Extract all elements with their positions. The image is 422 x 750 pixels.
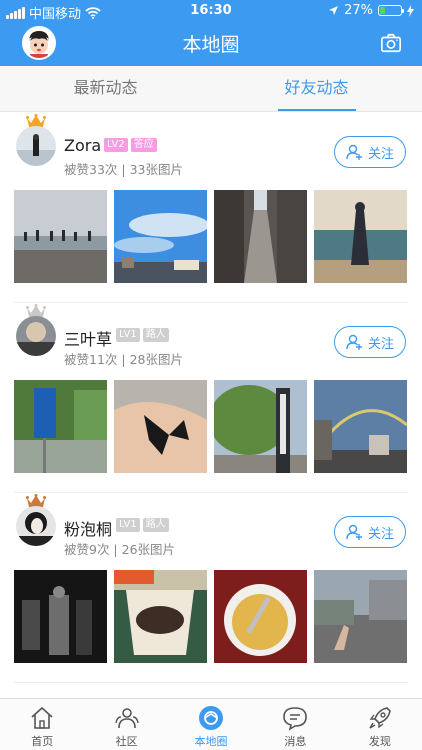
tab-community-label: 社区 — [115, 735, 138, 748]
battery-percent: 27% — [344, 3, 373, 18]
user-avatar[interactable] — [16, 126, 56, 166]
photo-thumbnail[interactable] — [314, 570, 407, 663]
feed-list[interactable]: Zora LV2 答应 被赞33次 | 33张图片 关注 三叶草 LV1 路人 … — [0, 112, 422, 698]
community-icon — [114, 708, 139, 729]
photo-thumbnail[interactable] — [314, 380, 407, 473]
user-badges: LV1 路人 — [116, 328, 169, 342]
add-user-icon — [346, 334, 362, 350]
charging-icon — [407, 4, 414, 17]
rocket-icon — [369, 707, 391, 729]
tab-friends[interactable]: 好友动态 — [211, 66, 422, 111]
follow-label: 关注 — [367, 526, 394, 542]
title-badge: 路人 — [142, 328, 169, 342]
photo-thumbnail[interactable] — [114, 190, 207, 283]
user-name[interactable]: Zora — [64, 136, 101, 155]
tab-messages[interactable]: 消息 — [253, 699, 337, 750]
photo-grid — [14, 570, 407, 663]
feed-tabs: 最新动态 好友动态 — [0, 66, 422, 112]
user-badges: LV1 路人 — [116, 518, 169, 532]
tab-local-circle[interactable]: 本地圈 — [169, 699, 253, 750]
message-icon — [283, 707, 308, 731]
level-badge: LV2 — [104, 138, 128, 152]
user-avatar[interactable] — [16, 316, 56, 356]
tab-home-label: 首页 — [31, 735, 54, 748]
follow-button[interactable]: 关注 — [334, 326, 406, 358]
tab-discover[interactable]: 发现 — [338, 699, 422, 750]
user-stats: 被赞9次 | 26张图片 — [64, 542, 176, 557]
photo-thumbnail[interactable] — [214, 380, 307, 473]
user-stats: 被赞11次 | 28张图片 — [64, 352, 183, 367]
tab-community[interactable]: 社区 — [84, 699, 168, 750]
photo-thumbnail[interactable] — [114, 380, 207, 473]
add-user-icon — [346, 144, 362, 160]
home-icon — [31, 706, 53, 729]
tab-local-circle-label: 本地圈 — [194, 735, 228, 748]
bottom-tab-bar: 首页 社区 本地圈 消息 发现 — [0, 698, 422, 750]
photo-thumbnail[interactable] — [14, 570, 107, 663]
photo-thumbnail[interactable] — [114, 570, 207, 663]
title-badge: 路人 — [142, 518, 169, 532]
post-card: Zora LV2 答应 被赞33次 | 33张图片 关注 — [0, 112, 422, 302]
page-title: 本地圈 — [182, 34, 240, 56]
photo-thumbnail[interactable] — [14, 380, 107, 473]
app-header: 中国移动 16:30 27% 本地圈 — [0, 0, 422, 66]
user-badges: LV2 答应 — [104, 138, 157, 152]
user-name[interactable]: 三叶草 — [64, 326, 112, 350]
level-badge: LV1 — [116, 518, 140, 532]
level-badge: LV1 — [116, 328, 140, 342]
follow-label: 关注 — [367, 146, 394, 162]
photo-thumbnail[interactable] — [14, 190, 107, 283]
photo-thumbnail[interactable] — [214, 190, 307, 283]
follow-button[interactable]: 关注 — [334, 516, 406, 548]
camera-icon[interactable] — [380, 32, 402, 54]
avatar-photo — [16, 506, 56, 546]
tab-latest[interactable]: 最新动态 — [0, 66, 211, 111]
status-right: 27% — [328, 3, 414, 18]
photo-thumbnail[interactable] — [214, 570, 307, 663]
user-stats: 被赞33次 | 33张图片 — [64, 162, 183, 177]
local-circle-icon — [199, 706, 224, 730]
photo-grid — [14, 190, 407, 283]
add-user-icon — [346, 524, 362, 540]
tab-messages-label: 消息 — [284, 735, 307, 748]
follow-label: 关注 — [367, 336, 394, 352]
status-bar: 中国移动 16:30 27% — [0, 0, 422, 22]
photo-thumbnail[interactable] — [314, 190, 407, 283]
photo-grid — [14, 380, 407, 473]
user-avatar[interactable] — [16, 506, 56, 546]
user-name[interactable]: 粉泡桐 — [64, 516, 112, 540]
battery-icon — [378, 5, 404, 16]
location-arrow-icon — [329, 6, 339, 15]
follow-button[interactable]: 关注 — [334, 136, 406, 168]
post-card: 粉泡桐 LV1 路人 被赞9次 | 26张图片 关注 — [0, 492, 422, 682]
divider — [14, 682, 408, 683]
tab-home[interactable]: 首页 — [0, 699, 84, 750]
post-card: 三叶草 LV1 路人 被赞11次 | 28张图片 关注 — [0, 302, 422, 492]
title-badge: 答应 — [130, 138, 157, 152]
avatar-photo — [16, 126, 56, 166]
tab-discover-label: 发现 — [368, 735, 391, 748]
avatar-photo — [16, 316, 56, 356]
